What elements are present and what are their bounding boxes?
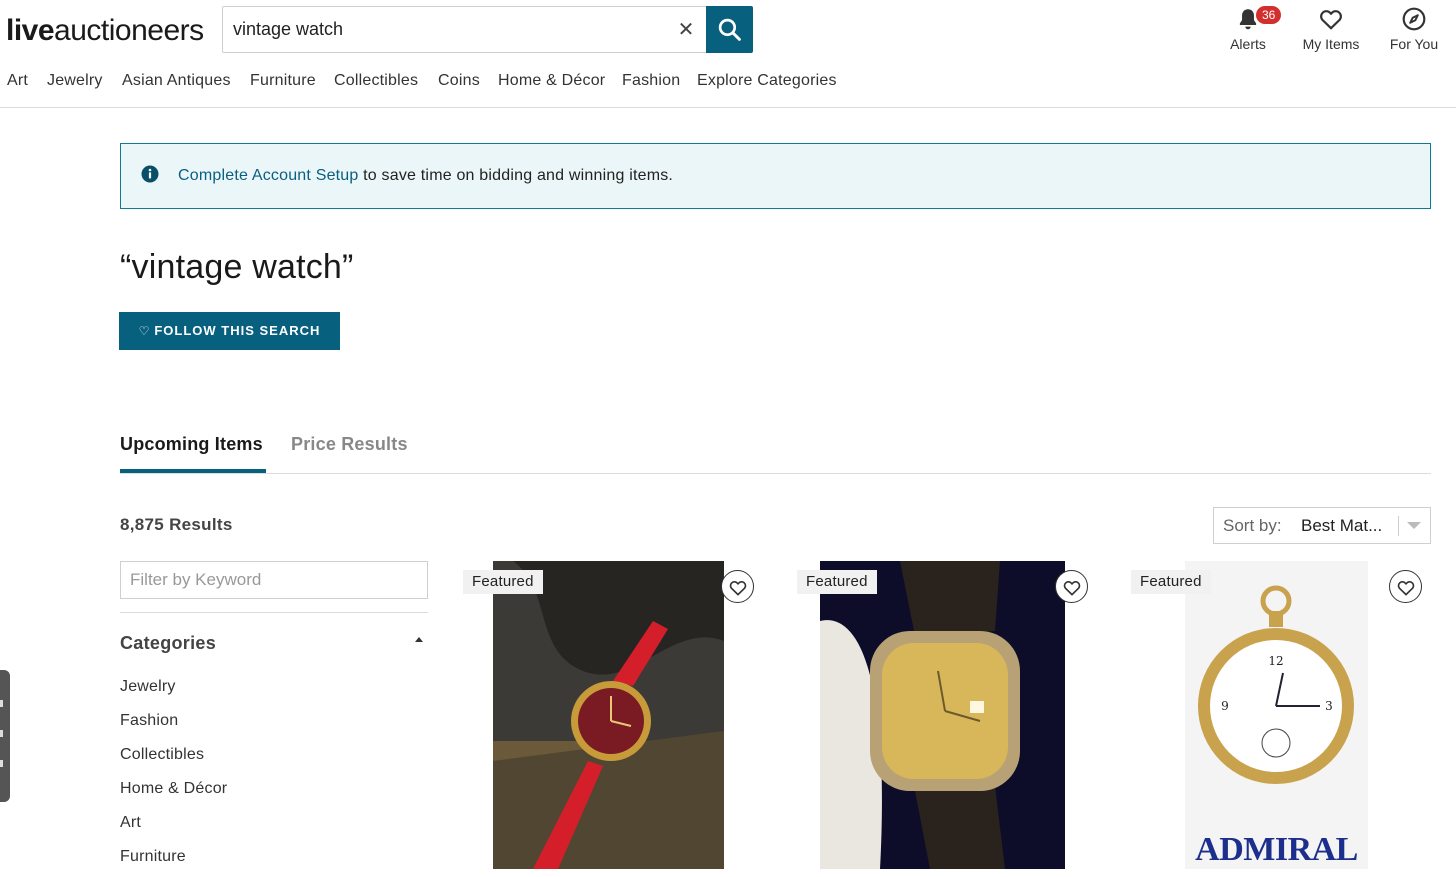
sort-separator	[1398, 516, 1399, 536]
header-divider	[0, 107, 1456, 108]
my-items-button[interactable]: My Items	[1298, 6, 1364, 56]
search-bar: ✕	[222, 6, 753, 53]
sort-dropdown[interactable]: Sort by: Best Mat...	[1213, 507, 1431, 544]
site-logo[interactable]: liveauctioneers	[6, 14, 204, 48]
heart-icon	[1397, 581, 1415, 596]
follow-search-label: FOLLOW THIS SEARCH	[154, 323, 321, 338]
featured-badge: Featured	[797, 570, 877, 594]
featured-badge: Featured	[1131, 570, 1211, 594]
pocket-watch-image: 12 3 9	[1185, 561, 1368, 869]
for-you-label: For You	[1389, 36, 1439, 52]
item-image-red-watch[interactable]	[493, 561, 724, 869]
results-count: 8,875 Results	[120, 515, 233, 534]
logo-rest-text: auctioneers	[54, 14, 204, 47]
nav-explore-categories[interactable]: Explore Categories	[697, 72, 837, 90]
search-button[interactable]	[706, 6, 753, 53]
tab-price-results[interactable]: Price Results	[291, 434, 408, 455]
account-setup-banner: Complete Account Setup to save time on b…	[120, 143, 1431, 209]
category-art[interactable]: Art	[120, 814, 141, 832]
sidebar-divider	[120, 612, 428, 613]
nav-coins[interactable]: Coins	[438, 72, 480, 90]
tabs-divider	[120, 473, 1431, 474]
chevron-down-icon	[1407, 522, 1421, 529]
item-image-gold-watch[interactable]	[820, 561, 1065, 869]
favorite-button[interactable]	[1055, 570, 1088, 603]
heart-icon: ♡	[138, 324, 151, 338]
info-icon	[141, 165, 159, 183]
heart-icon	[1320, 10, 1342, 30]
collapse-categories-icon[interactable]	[415, 637, 423, 642]
search-input[interactable]	[223, 7, 663, 52]
category-furniture[interactable]: Furniture	[120, 848, 186, 866]
nav-art[interactable]: Art	[7, 72, 28, 90]
favorite-button[interactable]	[1389, 570, 1422, 603]
item-image-pocket-watch[interactable]: 12 3 9 ADMIRAL	[1185, 561, 1368, 869]
alerts-button[interactable]: 36 Alerts	[1222, 6, 1282, 56]
svg-text:3: 3	[1325, 699, 1333, 713]
svg-text:12: 12	[1268, 654, 1283, 668]
alerts-label: Alerts	[1230, 36, 1266, 52]
featured-badge: Featured	[463, 570, 543, 594]
svg-text:9: 9	[1221, 699, 1229, 713]
sort-value: Best Mat...	[1301, 516, 1383, 535]
clear-search-icon[interactable]: ✕	[673, 17, 699, 43]
nav-home-decor[interactable]: Home & Décor	[498, 72, 605, 90]
heart-icon	[729, 581, 747, 596]
follow-search-button[interactable]: ♡ FOLLOW THIS SEARCH	[119, 312, 340, 350]
banner-text: to save time on bidding and winning item…	[358, 167, 674, 184]
nav-collectibles[interactable]: Collectibles	[334, 72, 418, 90]
my-items-label: My Items	[1302, 36, 1360, 52]
logo-bold-text: live	[6, 14, 55, 47]
compass-icon	[1402, 7, 1426, 31]
nav-fashion[interactable]: Fashion	[622, 72, 680, 90]
alerts-count-badge: 36	[1256, 6, 1282, 24]
page-title: “vintage watch”	[120, 248, 354, 286]
feedback-tab[interactable]	[0, 670, 10, 802]
category-jewelry[interactable]: Jewelry	[120, 678, 176, 696]
heart-icon	[1063, 581, 1081, 596]
for-you-button[interactable]: For You	[1386, 6, 1442, 56]
nav-asian-antiques[interactable]: Asian Antiques	[122, 72, 231, 90]
complete-account-setup-link[interactable]: Complete Account Setup	[178, 167, 359, 184]
red-wristwatch-image	[493, 561, 724, 869]
admiral-image-text: ADMIRAL	[1195, 831, 1358, 868]
filter-keyword-input[interactable]	[120, 561, 428, 599]
tab-upcoming-items[interactable]: Upcoming Items	[120, 434, 263, 455]
banner-message: Complete Account Setup to save time on b…	[178, 167, 673, 185]
sort-label: Sort by:	[1223, 516, 1282, 535]
search-icon	[718, 18, 741, 41]
nav-jewelry[interactable]: Jewelry	[47, 72, 103, 90]
nav-furniture[interactable]: Furniture	[250, 72, 316, 90]
gold-wristwatch-image	[820, 561, 1065, 869]
categories-heading: Categories	[120, 633, 217, 653]
favorite-button[interactable]	[721, 570, 754, 603]
category-collectibles[interactable]: Collectibles	[120, 746, 204, 764]
category-home-decor[interactable]: Home & Décor	[120, 780, 227, 798]
category-fashion[interactable]: Fashion	[120, 712, 178, 730]
